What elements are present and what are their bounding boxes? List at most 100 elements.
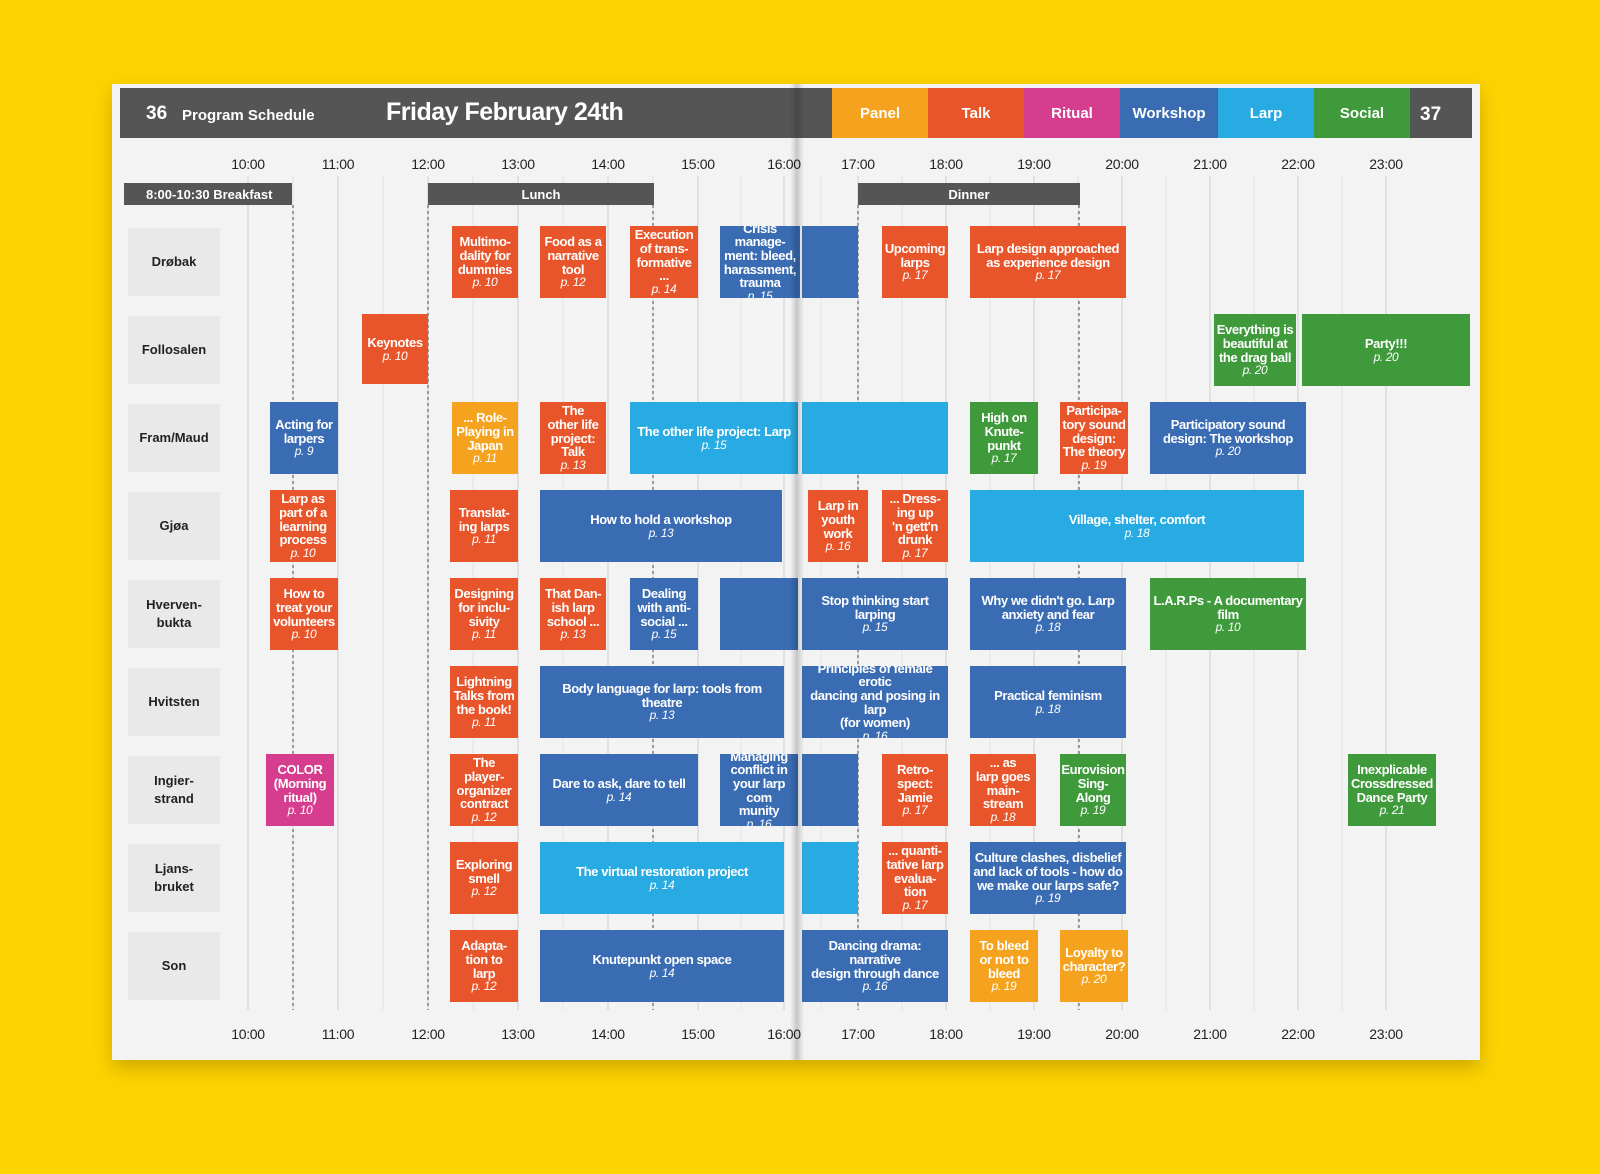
session-title: Acting for larpers — [275, 417, 333, 446]
session-title: Practical feminism — [994, 687, 1102, 703]
session-block[interactable]: COLOR (Morning ritual) p. 10 — [266, 754, 334, 826]
session-page-ref: p. 11 — [472, 532, 496, 547]
session-title: ... Role- Playing in Japan — [456, 410, 514, 453]
legend-workshop: Workshop — [1120, 88, 1218, 138]
session-block[interactable]: Food as a narrative tool p. 12 — [540, 226, 606, 298]
session-block[interactable]: Culture clashes, disbelief and lack of t… — [970, 842, 1126, 914]
session-block[interactable]: Participatory sound design: The workshop… — [1150, 402, 1306, 474]
session-block[interactable]: Village, shelter, comfort p. 18 — [970, 490, 1304, 562]
time-label-top: 22:00 — [1281, 156, 1315, 172]
session-block[interactable]: Acting for larpers p. 9 — [270, 402, 338, 474]
session-block[interactable] — [720, 578, 798, 650]
session-block[interactable]: Exploring smell p. 12 — [450, 842, 518, 914]
session-block[interactable]: Inexplicable Crossdressed Dance Party p. … — [1348, 754, 1436, 826]
day-title: Friday February 24th — [386, 98, 624, 126]
time-label-bottom: 13:00 — [501, 1026, 535, 1042]
session-page-ref: p. 10 — [1215, 620, 1241, 635]
time-label-bottom: 16:00 — [767, 1026, 801, 1042]
session-block[interactable]: ... as larp goes main- stream p. 18 — [970, 754, 1036, 826]
session-block[interactable]: Stop thinking start larping p. 15 — [802, 578, 948, 650]
session-block[interactable]: Dare to ask, dare to tell p. 14 — [540, 754, 698, 826]
session-block[interactable]: Execution of trans- formative ... p. 14 — [630, 226, 698, 298]
session-block[interactable]: Principles of female erotic dancing and … — [802, 666, 948, 738]
lunch-bar: Lunch — [428, 183, 654, 205]
session-page-ref: p. 17 — [902, 268, 928, 283]
session-block[interactable]: Practical feminism p. 18 — [970, 666, 1126, 738]
session-block[interactable] — [802, 402, 948, 474]
session-block[interactable]: Larp design approached as experience des… — [970, 226, 1126, 298]
session-page-ref: p. 13 — [648, 525, 674, 540]
session-block[interactable]: Knutepunkt open space p. 14 — [540, 930, 784, 1002]
session-block[interactable]: Larp in youth work p. 16 — [808, 490, 868, 562]
session-title: Multimo- dality for dummies — [457, 234, 513, 277]
session-block[interactable]: Retro- spect: Jamie p. 17 — [882, 754, 948, 826]
room-label: Hvitsten — [128, 668, 220, 736]
session-block[interactable]: The player- organizer contract p. 12 — [450, 754, 518, 826]
session-block[interactable]: Managing conflict in your larp com munit… — [720, 754, 798, 826]
session-page-ref: p. 17 — [902, 803, 928, 818]
session-block[interactable]: ... Dress- ing up 'n gett'n drunk p. 17 — [882, 490, 948, 562]
session-block[interactable]: Designing for inclu- sivity p. 11 — [450, 578, 518, 650]
session-title: Dealing with anti- social ... — [637, 586, 691, 629]
session-block[interactable]: Lightning Talks from the book! p. 11 — [450, 666, 518, 738]
session-page-ref: p. 20 — [1242, 363, 1268, 378]
session-page-ref: p. 14 — [651, 281, 677, 296]
session-title: Culture clashes, disbelief and lack of t… — [973, 850, 1123, 893]
session-block[interactable]: High on Knute- punkt p. 17 — [970, 402, 1038, 474]
session-block[interactable]: L.A.R.Ps - A documentary film p. 10 — [1150, 578, 1306, 650]
session-title: Dare to ask, dare to tell — [552, 775, 686, 791]
session-block[interactable]: Why we didn't go. Larp anxiety and fear p… — [970, 578, 1126, 650]
session-page-ref: p. 15 — [651, 627, 677, 642]
session-title: Larp design approached as experience des… — [976, 241, 1120, 270]
session-block[interactable]: The other life project: Talk p. 13 — [540, 402, 606, 474]
legend-label-panel: Panel — [859, 104, 901, 122]
session-page-ref: p. 10 — [472, 275, 498, 290]
session-page-ref: p. 12 — [471, 884, 497, 899]
session-block[interactable]: Participa- tory sound design: The theory… — [1060, 402, 1128, 474]
session-block[interactable]: The virtual restoration project p. 14 — [540, 842, 784, 914]
time-label-top: 13:00 — [501, 156, 535, 172]
session-block[interactable]: Multimo- dality for dummies p. 10 — [452, 226, 518, 298]
session-block[interactable]: How to treat your volunteers p. 10 — [270, 578, 338, 650]
session-block[interactable]: Adapta- tion to larp p. 12 — [450, 930, 518, 1002]
time-label-top: 23:00 — [1369, 156, 1403, 172]
session-title: Lightning Talks from the book! — [453, 674, 515, 717]
session-page-ref: p. 19 — [1081, 457, 1107, 472]
session-page-ref: p. 14 — [606, 789, 632, 804]
session-block[interactable] — [802, 226, 858, 298]
room-label: Drøbak — [128, 228, 220, 296]
session-block[interactable]: Translat- ing larps p. 11 — [450, 490, 518, 562]
session-block[interactable]: To bleed or not to bleed p. 19 — [970, 930, 1038, 1002]
session-title: The virtual restoration project — [576, 863, 748, 879]
session-block[interactable]: Everything is beautiful at the drag ball… — [1214, 314, 1296, 386]
session-block[interactable] — [802, 754, 858, 826]
session-block[interactable]: ... quanti- tative larp evalua- tion p. 1… — [882, 842, 948, 914]
time-label-top: 16:00 — [767, 156, 801, 172]
session-block[interactable]: ... Role- Playing in Japan p. 11 — [452, 402, 518, 474]
session-title: The other life project: Talk — [547, 403, 599, 460]
session-block[interactable]: Dealing with anti- social ... p. 15 — [630, 578, 698, 650]
time-label-top: 17:00 — [841, 156, 875, 172]
session-block[interactable]: Upcoming larps p. 17 — [882, 226, 948, 298]
session-block[interactable]: Crisis manage- ment: bleed, harassment, … — [720, 226, 800, 298]
session-block[interactable]: Loyalty to character? p. 20 — [1060, 930, 1128, 1002]
session-title: How to treat your volunteers — [273, 586, 335, 629]
page-number-right: 37 — [1420, 104, 1442, 125]
session-page-ref: p. 11 — [472, 627, 496, 642]
session-block[interactable]: Keynotes p. 10 — [362, 314, 428, 384]
session-title: Larp in youth work — [817, 498, 859, 541]
session-block[interactable]: The other life project: Larp p. 15 — [630, 402, 798, 474]
session-block[interactable] — [802, 842, 858, 914]
legend-panel: Panel — [832, 88, 928, 138]
session-page-ref: p. 12 — [560, 275, 586, 290]
session-page-ref: p. 20 — [1373, 349, 1399, 364]
legend-larp: Larp — [1218, 88, 1314, 138]
session-block[interactable]: Dancing drama: narrative design through … — [802, 930, 948, 1002]
session-block[interactable]: How to hold a workshop p. 13 — [540, 490, 782, 562]
room-label: Fram/Maud — [128, 404, 220, 472]
session-block[interactable]: Body language for larp: tools from theat… — [540, 666, 784, 738]
session-block[interactable]: Larp as part of a learning process p. 10 — [270, 490, 336, 562]
session-block[interactable]: Eurovision Sing- Along p. 19 — [1060, 754, 1126, 826]
session-block[interactable]: That Dan- ish larp school ... p. 13 — [540, 578, 606, 650]
session-block[interactable]: Party!!! p. 20 — [1302, 314, 1470, 386]
